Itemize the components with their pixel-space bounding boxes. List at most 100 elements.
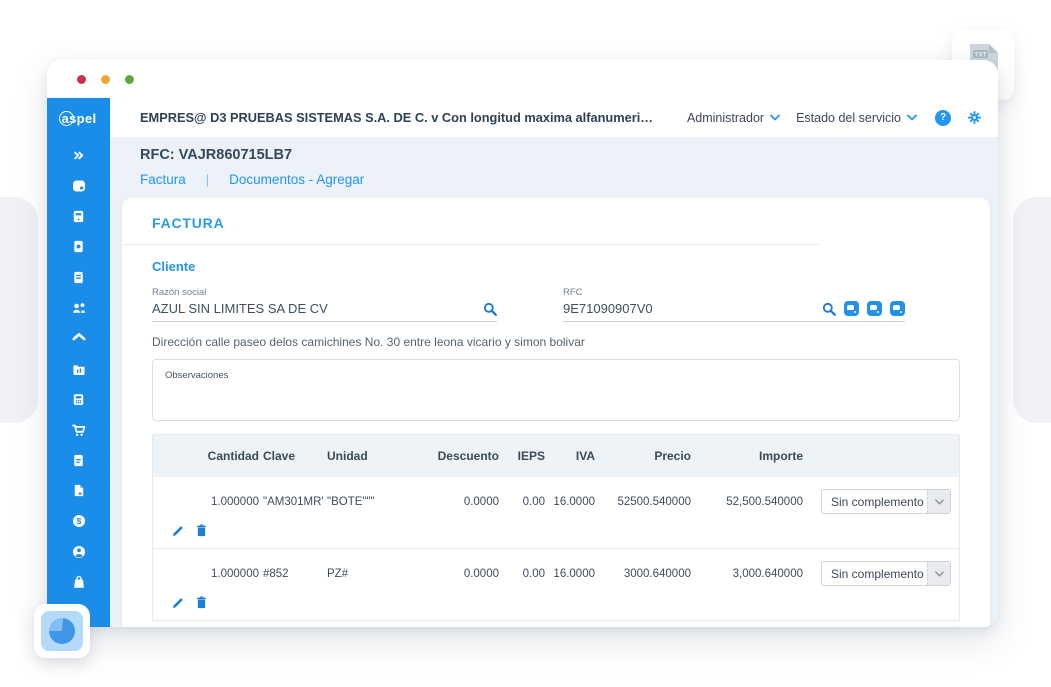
client-rfc-input[interactable]: 9E71090907V0 (563, 301, 814, 316)
sidebar-item-products[interactable] (47, 567, 110, 598)
delete-row-button[interactable] (196, 596, 207, 609)
payments-icon: $ (72, 515, 85, 528)
razon-social-label: Razón social (152, 287, 207, 298)
complemento-value: Sin complemento (831, 566, 924, 581)
sidebar-item-home[interactable] (47, 323, 110, 354)
row-precio: 52500.540000 (617, 495, 691, 508)
client-rfc-search-button[interactable] (822, 302, 836, 316)
sidebar-item-banking[interactable] (47, 232, 110, 263)
col-descuento: Descuento (437, 449, 499, 463)
client-section-title: Cliente (152, 259, 196, 274)
row-ieps: 0.00 (522, 495, 545, 508)
background-shape-right (1013, 197, 1051, 423)
tab-factura[interactable]: Factura (140, 172, 186, 187)
reports-icon (73, 364, 84, 375)
sidebar-item-collapse[interactable] (47, 140, 110, 171)
sidebar-item-calculator[interactable] (47, 384, 110, 415)
home-icon (72, 333, 85, 341)
notes-icon (74, 454, 83, 466)
sidebar-item-reports[interactable] (47, 354, 110, 385)
client-action-button-1[interactable] (844, 301, 859, 316)
chevron-down-icon (907, 114, 917, 121)
service-status-label: Estado del servicio (796, 110, 901, 125)
sidebar-item-payments[interactable]: $ (47, 506, 110, 537)
edit-row-button[interactable] (172, 524, 185, 537)
tab-documentos-agregar[interactable]: Documentos - Agregar (229, 172, 364, 187)
pie-chart-icon (49, 618, 75, 644)
page-title: FACTURA (152, 215, 225, 231)
client-action-button-2[interactable] (867, 301, 882, 316)
window-minimize-button[interactable] (101, 74, 110, 84)
col-importe: Importe (758, 449, 803, 463)
col-unidad: Unidad (327, 449, 368, 463)
complemento-select[interactable]: Sin complemento (821, 561, 951, 586)
window-maximize-button[interactable] (125, 74, 134, 84)
observaciones-textarea[interactable]: Observaciones (152, 359, 960, 421)
user-menu-label: Administrador (686, 110, 765, 125)
products-icon (73, 576, 84, 589)
col-precio: Precio (654, 449, 691, 463)
row-clave: #852 (263, 567, 289, 580)
help-icon: ? (939, 112, 947, 123)
window-titlebar (47, 60, 998, 98)
help-button[interactable]: ? (935, 109, 951, 126)
col-ieps: IEPS (517, 449, 545, 463)
invoices-icon (74, 485, 84, 497)
sidebar-item-messages[interactable] (47, 171, 110, 202)
sidebar-item-documents[interactable] (47, 262, 110, 293)
chevron-down-icon (770, 114, 780, 121)
subheader-band: RFC: VAJR860715LB7 Factura | Documentos … (110, 137, 998, 198)
service-status-menu[interactable]: Estado del servicio (796, 111, 917, 125)
txt-label: TXT (974, 52, 986, 59)
section-divider (122, 244, 820, 245)
complemento-value: Sin complemento (831, 494, 924, 509)
sidebar-item-terminal[interactable] (47, 201, 110, 232)
sidebar-item-clients[interactable] (47, 293, 110, 324)
aspel-logo: aspel (58, 110, 97, 140)
sidebar-item-purchases[interactable] (47, 415, 110, 446)
row-precio: 3000.640000 (623, 567, 691, 580)
pencil-icon (173, 598, 183, 608)
row-importe: 3,000.640000 (732, 567, 803, 580)
search-icon (483, 302, 497, 316)
razon-social-search-button[interactable] (483, 302, 497, 316)
sidebar-item-notes[interactable] (47, 445, 110, 476)
account-icon (72, 545, 85, 558)
row-descuento: 0.0000 (463, 567, 499, 580)
col-clave: Clave (263, 449, 296, 463)
gear-icon (967, 110, 982, 125)
page: TXT aspel $ EMPRES@ D3 PRUEBAS SISTEMAS … (0, 0, 1051, 687)
tab-separator: | (205, 172, 210, 187)
row-unidad: "BOTE""" (327, 495, 375, 508)
app-header: EMPRES@ D3 PRUEBAS SISTEMAS S.A. DE C. v… (110, 98, 998, 137)
terminal-icon (73, 210, 84, 222)
col-iva: IVA (575, 449, 595, 463)
client-rfc-field: RFC 9E71090907V0 (563, 287, 905, 322)
razon-social-field: Razón social AZUL SIN LIMITES SA DE CV (152, 287, 497, 322)
settings-button[interactable] (967, 110, 982, 125)
client-action-button-3[interactable] (890, 301, 905, 316)
razon-social-input[interactable]: AZUL SIN LIMITES SA DE CV (152, 301, 475, 316)
sidebar-item-account[interactable] (47, 537, 110, 568)
chevron-down-icon (934, 498, 944, 505)
collapse-icon (74, 151, 84, 160)
delete-row-button[interactable] (196, 524, 207, 537)
banking-icon (74, 241, 83, 253)
row-iva: 16.0000 (553, 495, 595, 508)
window-close-button[interactable] (77, 74, 86, 84)
documents-icon (74, 271, 83, 283)
invoice-panel: FACTURA Cliente Razón social AZUL SIN LI… (122, 198, 990, 627)
complemento-select[interactable]: Sin complemento (821, 489, 951, 514)
app-window: aspel $ EMPRES@ D3 PRUEBAS SISTEMAS S.A.… (47, 60, 998, 627)
user-menu[interactable]: Administrador (687, 111, 780, 125)
row-cantidad: 1.000000 (211, 567, 259, 580)
edit-row-button[interactable] (172, 596, 185, 609)
floating-chart-card[interactable] (34, 604, 90, 658)
background-shape-left (0, 197, 38, 423)
pencil-icon (173, 526, 183, 536)
company-rfc: RFC: VAJR860715LB7 (140, 147, 293, 163)
messages-icon (72, 180, 85, 192)
sidebar-item-invoices[interactable] (47, 476, 110, 507)
clients-icon (72, 303, 85, 313)
row-cantidad: 1.000000 (211, 495, 259, 508)
